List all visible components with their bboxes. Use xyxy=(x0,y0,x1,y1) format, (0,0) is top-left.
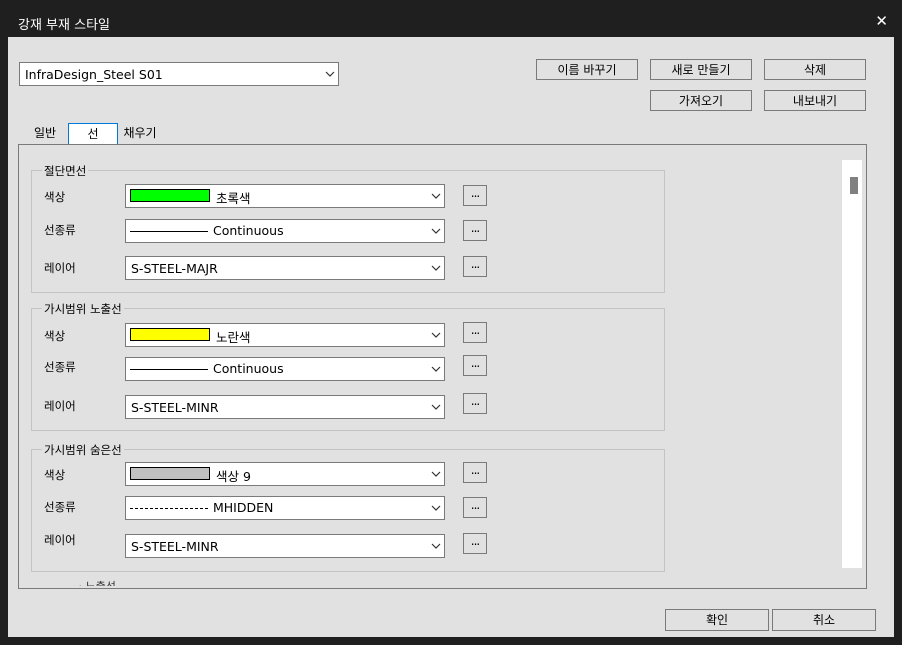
layer-more-button[interactable]: ... xyxy=(463,533,487,554)
line-tab-panel: 절단면선 색상 초록색 ... 선종류 Continuous ... 레이어 S… xyxy=(18,144,867,589)
chevron-down-icon[interactable] xyxy=(427,358,444,380)
group-title: 절단면선 xyxy=(42,163,89,179)
layer-more-button[interactable]: ... xyxy=(463,256,487,277)
group-cut-line: 절단면선 색상 초록색 ... 선종류 Continuous ... 레이어 S… xyxy=(31,163,665,293)
linetype-label: 선종류 xyxy=(44,360,76,374)
color-swatch xyxy=(130,467,210,480)
tab-fill[interactable]: 채우기 xyxy=(122,123,158,145)
linetype-more-button[interactable]: ... xyxy=(463,220,487,241)
layer-label: 레이어 xyxy=(44,261,76,275)
vertical-scrollbar[interactable] xyxy=(842,160,862,568)
tab-line[interactable]: 선 xyxy=(68,123,118,145)
rename-button[interactable]: 이름 바꾸기 xyxy=(536,59,638,80)
chevron-down-icon[interactable] xyxy=(321,63,338,85)
linetype-value: Continuous xyxy=(213,223,284,238)
color-label: 색상 xyxy=(44,190,66,204)
new-button[interactable]: 새로 만들기 xyxy=(650,59,752,80)
chevron-down-icon[interactable] xyxy=(427,396,444,418)
continuous-line-icon xyxy=(130,231,208,232)
linetype-label: 선종류 xyxy=(44,223,76,237)
layer-more-button[interactable]: ... xyxy=(463,393,487,414)
layer-select[interactable]: S-STEEL-MINR xyxy=(125,534,445,558)
scrollbar-thumb[interactable] xyxy=(850,177,858,194)
color-swatch xyxy=(130,328,210,341)
style-select[interactable]: InfraDesign_Steel S01 xyxy=(19,62,339,86)
color-value: 색상 9 xyxy=(216,469,251,484)
group-title: 가시범위 숨은선 xyxy=(42,442,124,458)
hidden-line-icon xyxy=(130,508,208,509)
delete-button[interactable]: 삭제 xyxy=(764,59,866,80)
continuous-line-icon xyxy=(130,369,208,370)
layer-select[interactable]: S-STEEL-MINR xyxy=(125,395,445,419)
linetype-select[interactable]: MHIDDEN xyxy=(125,496,445,520)
dialog-body: InfraDesign_Steel S01 이름 바꾸기 새로 만들기 삭제 가… xyxy=(8,37,894,637)
layer-select[interactable]: S-STEEL-MAJR xyxy=(125,256,445,280)
color-select[interactable]: 색상 9 xyxy=(125,462,445,486)
color-more-button[interactable]: ... xyxy=(463,322,487,343)
chevron-down-icon[interactable] xyxy=(427,497,444,519)
color-select[interactable]: 노란색 xyxy=(125,323,445,347)
group-title: 가시범위 노출선 xyxy=(42,301,124,317)
color-more-button[interactable]: ... xyxy=(463,462,487,483)
chevron-down-icon[interactable] xyxy=(427,463,444,485)
tab-general[interactable]: 일반 xyxy=(28,123,62,145)
linetype-select[interactable]: Continuous xyxy=(125,357,445,381)
chevron-down-icon[interactable] xyxy=(427,220,444,242)
dialog-window: 강재 부재 스타일 ✕ InfraDesign_Steel S01 이름 바꾸기… xyxy=(0,0,902,645)
layer-value: S-STEEL-MINR xyxy=(131,539,219,554)
linetype-select[interactable]: Continuous xyxy=(125,219,445,243)
layer-label: 레이어 xyxy=(44,399,76,413)
import-button[interactable]: 가져오기 xyxy=(650,90,752,111)
linetype-value: Continuous xyxy=(213,361,284,376)
chevron-down-icon[interactable] xyxy=(427,185,444,207)
ok-button[interactable]: 확인 xyxy=(665,609,769,631)
chevron-down-icon[interactable] xyxy=(427,257,444,279)
title-bar: 강재 부재 스타일 ✕ xyxy=(0,0,902,36)
color-label: 색상 xyxy=(44,329,66,343)
close-icon[interactable]: ✕ xyxy=(875,12,888,30)
layer-label: 레이어 xyxy=(44,533,76,547)
linetype-label: 선종류 xyxy=(44,500,76,514)
color-value: 노란색 xyxy=(216,330,251,345)
linetype-value: MHIDDEN xyxy=(213,500,274,515)
chevron-down-icon[interactable] xyxy=(427,535,444,557)
window-title: 강재 부재 스타일 xyxy=(18,18,110,33)
group-hidden-line: 가시범위 숨은선 색상 색상 9 ... 선종류 MHIDDEN ... 레이어 xyxy=(31,442,665,572)
color-value: 초록색 xyxy=(216,191,251,206)
color-label: 색상 xyxy=(44,468,66,482)
layer-value: S-STEEL-MAJR xyxy=(131,261,218,276)
cancel-button[interactable]: 취소 xyxy=(772,609,876,631)
export-button[interactable]: 내보내기 xyxy=(764,90,866,111)
color-swatch xyxy=(130,189,210,202)
layer-value: S-STEEL-MINR xyxy=(131,400,219,415)
group-visible-line: 가시범위 노출선 색상 노란색 ... 선종류 Continuous ... 레… xyxy=(31,301,665,431)
color-select[interactable]: 초록색 xyxy=(125,184,445,208)
style-select-value: InfraDesign_Steel S01 xyxy=(25,67,163,82)
linetype-more-button[interactable]: ... xyxy=(463,355,487,376)
linetype-more-button[interactable]: ... xyxy=(463,497,487,518)
color-more-button[interactable]: ... xyxy=(463,185,487,206)
next-group-title-clipped: —— · 노출선 xyxy=(53,578,116,586)
chevron-down-icon[interactable] xyxy=(427,324,444,346)
